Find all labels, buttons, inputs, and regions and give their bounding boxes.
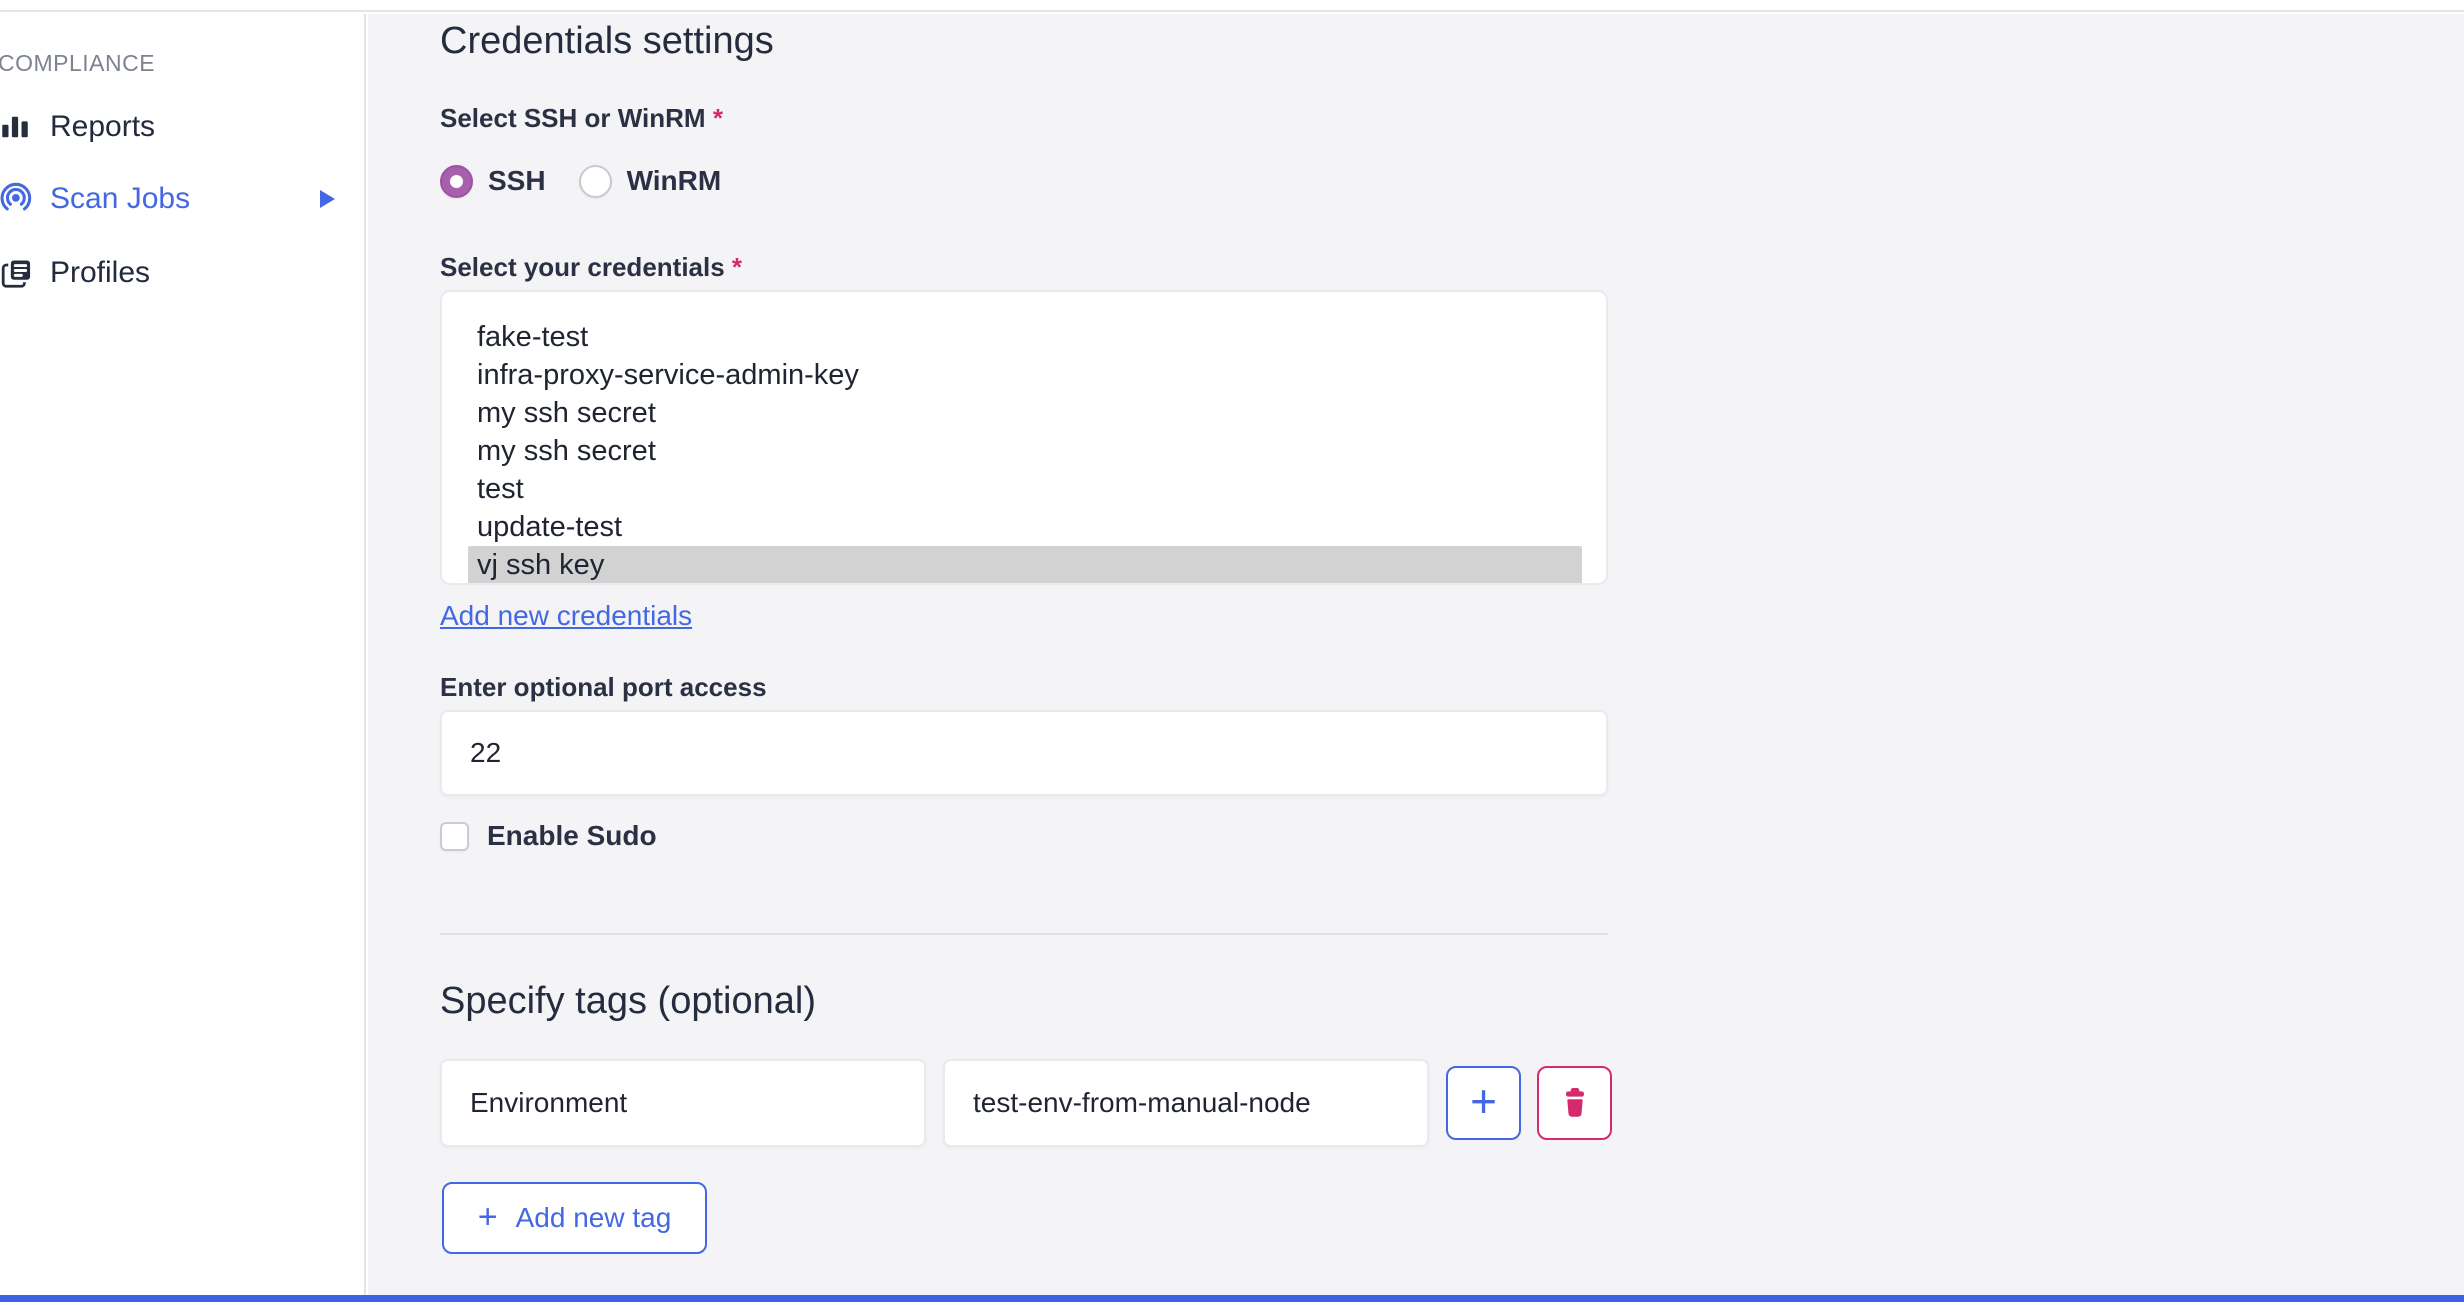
enable-sudo-label: Enable Sudo: [487, 820, 657, 851]
credential-option[interactable]: my ssh secret: [468, 432, 1582, 470]
plus-icon: +: [477, 1197, 498, 1236]
plus-icon: +: [1470, 1075, 1497, 1127]
sidebar-item-profiles[interactable]: Profiles: [0, 254, 366, 292]
delete-tag-row-button[interactable]: [1537, 1066, 1612, 1140]
credentials-field-label: Select your credentials *: [440, 252, 743, 282]
required-asterisk: *: [712, 103, 723, 133]
sidebar-section-label: COMPLIANCE: [0, 50, 156, 76]
credential-option[interactable]: update-test: [468, 508, 1582, 546]
add-new-tag-button[interactable]: + Add new tag: [442, 1182, 707, 1254]
sidebar-item-label: Reports: [50, 110, 156, 143]
section-divider: [440, 933, 1608, 935]
page-title: Credentials settings: [440, 20, 774, 62]
credentials-listbox[interactable]: fake-test infra-proxy-service-admin-key …: [440, 290, 1608, 585]
trash-icon: [1557, 1084, 1593, 1123]
add-new-tag-label: Add new tag: [515, 1202, 672, 1233]
enable-sudo-checkbox[interactable]: [440, 821, 469, 851]
radio-ssh[interactable]: [440, 164, 473, 198]
tag-row: +: [440, 1059, 1612, 1147]
credential-option[interactable]: fake-test: [468, 318, 1582, 356]
port-field-label: Enter optional port access: [440, 672, 767, 702]
required-asterisk: *: [731, 252, 743, 282]
credential-option[interactable]: test: [468, 470, 1582, 508]
radio-winrm-label: WinRM: [626, 165, 722, 196]
tag-value-input[interactable]: [943, 1059, 1429, 1147]
sidebar-item-scan-jobs[interactable]: Scan Jobs: [0, 180, 366, 218]
add-new-credentials-link[interactable]: Add new credentials: [440, 600, 692, 632]
top-header-strip: [0, 0, 2464, 12]
screen: COMPLIANCE Reports Scan Jobs Profiles Cr…: [0, 0, 2464, 1302]
submenu-arrow-icon[interactable]: [320, 190, 335, 208]
bar-chart-icon: [0, 110, 34, 144]
radio-ssh-label: SSH: [488, 165, 546, 196]
protocol-radio-group: SSH WinRM: [440, 164, 721, 198]
bottom-accent-bar: [0, 1295, 2464, 1302]
main-content: Credentials settings Select SSH or WinRM…: [368, 14, 2464, 1295]
credential-option[interactable]: my ssh secret: [468, 394, 1582, 432]
broadcast-icon: [0, 182, 34, 216]
sidebar-item-label: Profiles: [50, 256, 151, 289]
sidebar-item-label: Scan Jobs: [50, 182, 191, 215]
documents-icon: [0, 256, 34, 290]
radio-winrm[interactable]: [578, 164, 612, 198]
enable-sudo-row: Enable Sudo: [440, 820, 657, 851]
protocol-field-label: Select SSH or WinRM *: [440, 103, 723, 133]
tag-key-input[interactable]: [440, 1059, 926, 1147]
credential-option-selected[interactable]: vj ssh key: [468, 546, 1582, 583]
sidebar-item-reports[interactable]: Reports: [0, 108, 366, 146]
tags-section-title: Specify tags (optional): [440, 980, 816, 1022]
port-input[interactable]: [440, 710, 1608, 796]
credential-option[interactable]: infra-proxy-service-admin-key: [468, 356, 1582, 394]
sidebar: COMPLIANCE Reports Scan Jobs Profiles: [0, 14, 366, 1295]
add-tag-row-button[interactable]: +: [1446, 1066, 1521, 1140]
